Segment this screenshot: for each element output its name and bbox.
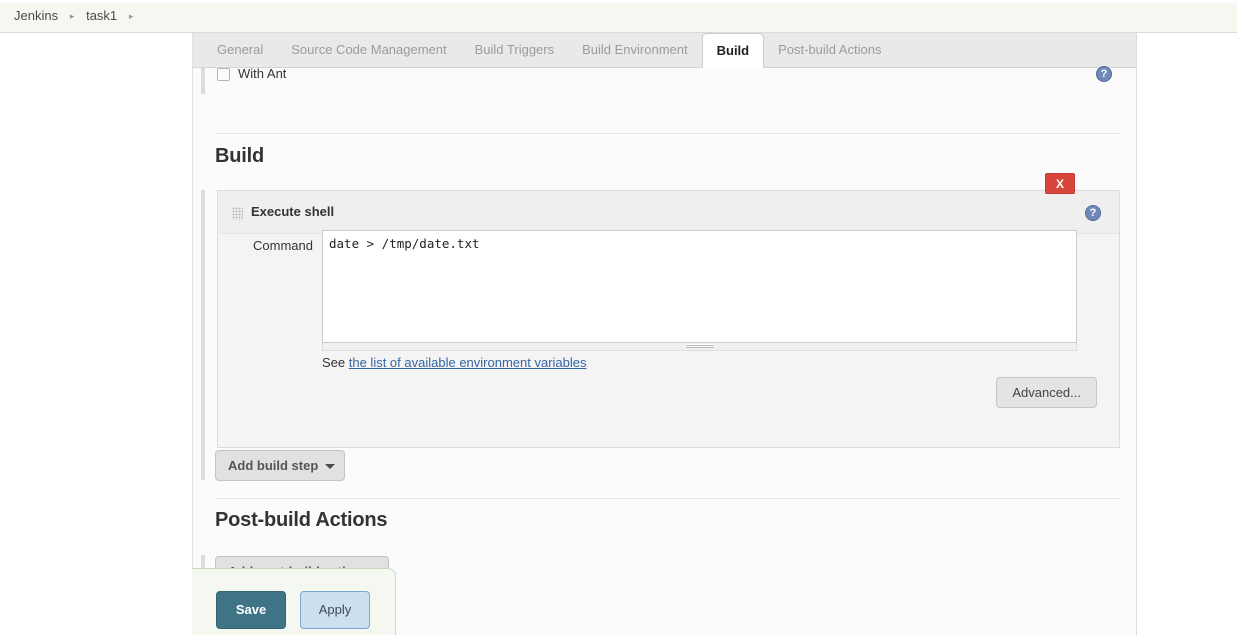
build-step-block-indicator <box>201 190 205 480</box>
with-ant-row: With Ant ? <box>193 65 1136 98</box>
textarea-resize-handle[interactable] <box>322 343 1077 351</box>
add-build-step-button[interactable]: Add build step <box>215 450 346 481</box>
config-tab-strip: General Source Code Management Build Tri… <box>193 33 1136 68</box>
window-top-edge <box>0 0 1237 3</box>
tab-general[interactable]: General <box>203 33 277 67</box>
with-ant-help-icon[interactable]: ? <box>1096 65 1112 82</box>
environment-variables-note-prefix: See <box>322 355 349 370</box>
save-button[interactable]: Save <box>216 591 286 629</box>
breadcrumb: Jenkins ▸ task1 ▸ <box>0 0 1237 33</box>
tab-source-code-management[interactable]: Source Code Management <box>277 33 460 67</box>
section-divider-postbuild <box>215 498 1120 499</box>
section-divider-build <box>215 133 1120 134</box>
build-step-title: Execute shell <box>251 204 335 219</box>
breadcrumb-item-task1[interactable]: task1 <box>80 0 123 32</box>
chevron-down-icon <box>325 463 336 469</box>
environment-variables-link[interactable]: the list of available environment variab… <box>349 355 587 370</box>
breadcrumb-separator-icon-2: ▸ <box>128 11 134 21</box>
command-input[interactable] <box>322 230 1077 343</box>
with-ant-label: With Ant <box>238 66 287 81</box>
help-icon-glyph: ? <box>1085 205 1101 221</box>
with-ant-checkbox[interactable] <box>217 68 230 81</box>
postbuild-section-title: Post-build Actions <box>215 509 388 531</box>
apply-button[interactable]: Apply <box>300 591 370 629</box>
build-step-header: Execute shell X ? <box>218 173 1119 234</box>
config-content-panel: General Source Code Management Build Tri… <box>192 33 1137 635</box>
tab-build[interactable]: Build <box>701 33 765 68</box>
breadcrumb-item-jenkins[interactable]: Jenkins <box>8 0 64 32</box>
drag-handle-icon[interactable] <box>232 207 243 220</box>
build-section-title: Build <box>215 145 264 167</box>
build-step-execute-shell: Execute shell X ? Command See the list o… <box>217 173 1120 448</box>
add-build-step-label: Add build step <box>228 458 319 473</box>
form-action-bar: Save Apply <box>192 568 396 635</box>
advanced-button[interactable]: Advanced... <box>996 377 1097 408</box>
delete-build-step-button[interactable]: X <box>1045 173 1075 194</box>
build-step-help-icon[interactable]: ? <box>1085 204 1101 221</box>
help-icon-glyph: ? <box>1096 66 1112 82</box>
config-form-body: With Ant ? Build Execute shell X ? Comma… <box>193 65 1136 635</box>
environment-variables-note: See the list of available environment va… <box>322 355 587 370</box>
command-label: Command <box>253 238 313 253</box>
tab-build-triggers[interactable]: Build Triggers <box>461 33 568 67</box>
tab-post-build-actions[interactable]: Post-build Actions <box>764 33 895 67</box>
jenkins-job-config-page: Jenkins ▸ task1 ▸ General Source Code Ma… <box>0 0 1237 635</box>
breadcrumb-separator-icon: ▸ <box>69 11 75 21</box>
tab-build-environment[interactable]: Build Environment <box>568 33 702 67</box>
